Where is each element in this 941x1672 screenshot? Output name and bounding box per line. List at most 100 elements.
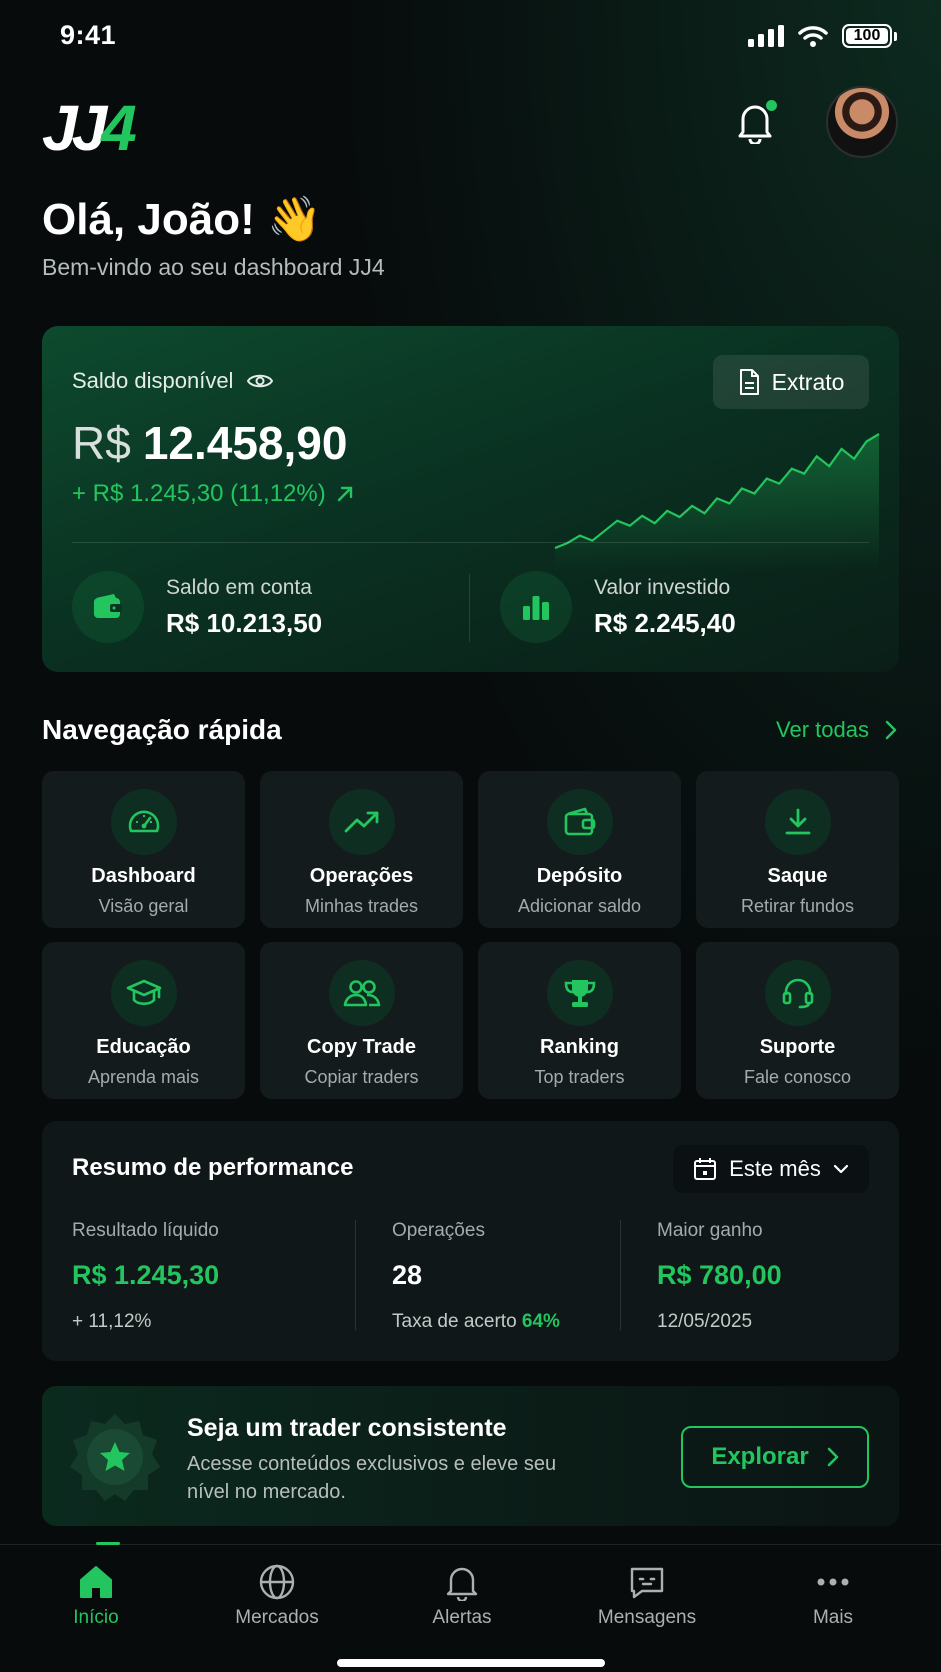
- period-select[interactable]: Este mês: [673, 1145, 869, 1193]
- operations-count: Operações 28 Taxa de acerto 64%: [392, 1220, 560, 1333]
- message-icon: [630, 1567, 664, 1599]
- tile-subtitle: Copiar traders: [304, 1067, 419, 1087]
- period-label: Este mês: [729, 1156, 821, 1181]
- avatar[interactable]: [826, 86, 898, 158]
- wallet-icon: [72, 571, 144, 643]
- tile-operations[interactable]: Operações Minhas trades: [260, 771, 463, 928]
- nav-more[interactable]: Mais: [763, 1563, 903, 1629]
- net-result-change: + 11,12%: [72, 1311, 152, 1332]
- net-result-label: Resultado líquido: [72, 1220, 219, 1241]
- document-icon: [739, 369, 759, 395]
- hit-rate: Taxa de acerto 64%: [392, 1311, 560, 1333]
- chevron-down-icon: [833, 1164, 848, 1174]
- graduation-cap-icon: [110, 960, 177, 1026]
- tile-subtitle: Top traders: [534, 1067, 625, 1087]
- tile-title: Educação: [96, 1036, 191, 1058]
- balance-amount: 12.458,90: [142, 417, 348, 469]
- tile-title: Copy Trade: [307, 1036, 416, 1058]
- tile-subtitle: Retirar fundos: [740, 896, 855, 916]
- nav-markets-label: Mercados: [235, 1607, 319, 1628]
- balance-label-row: Saldo disponível: [72, 368, 274, 394]
- quick-nav-grid: Dashboard Visão geral Operações Minhas t…: [42, 771, 899, 1099]
- balance-change-text: + R$ 1.245,30 (11,12%): [72, 480, 326, 507]
- best-gain-label: Maior ganho: [657, 1220, 763, 1241]
- operations-label: Operações: [392, 1220, 485, 1241]
- account-balance-label: Saldo em conta: [166, 575, 312, 599]
- tile-dashboard[interactable]: Dashboard Visão geral: [42, 771, 245, 928]
- signal-icon: [748, 25, 784, 47]
- tile-title: Depósito: [536, 865, 623, 887]
- promo-card: Seja um trader consistente Acesse conteú…: [42, 1386, 899, 1526]
- nav-messages-label: Mensagens: [597, 1607, 697, 1628]
- account-balance-value: R$ 10.213,50: [166, 607, 323, 638]
- greeting-subtitle: Bem-vindo ao seu dashboard JJ4: [42, 254, 385, 280]
- promo-title: Seja um trader consistente: [187, 1414, 507, 1442]
- tile-deposit[interactable]: Depósito Adicionar saldo: [478, 771, 681, 928]
- bar-chart-icon: [500, 571, 572, 643]
- tile-support[interactable]: Suporte Fale conosco: [696, 942, 899, 1099]
- balance-sparkline: [554, 433, 880, 571]
- eye-icon[interactable]: [247, 372, 274, 390]
- logo-main: JJ: [42, 92, 107, 164]
- balance-split-divider: [469, 574, 470, 642]
- perf-divider: [620, 1220, 621, 1330]
- best-gain-date: 12/05/2025: [657, 1311, 753, 1332]
- nav-messages[interactable]: Mensagens: [577, 1563, 717, 1629]
- performance-card: Resumo de performance Este mês Resultado…: [42, 1121, 899, 1361]
- account-balance: Saldo em conta R$ 10.213,50: [72, 571, 322, 643]
- balance-label: Saldo disponível: [72, 368, 234, 393]
- tile-copy-trade[interactable]: Copy Trade Copiar traders: [260, 942, 463, 1099]
- perf-divider: [355, 1220, 356, 1330]
- nav-more-label: Mais: [812, 1607, 854, 1628]
- home-icon: [80, 1566, 112, 1598]
- operations-value: 28: [392, 1260, 423, 1290]
- invested-value: Valor investido R$ 2.245,40: [500, 571, 736, 643]
- net-result-value: R$ 1.245,30: [72, 1260, 220, 1290]
- balance-value: R$ 12.458,90: [72, 416, 347, 470]
- tile-subtitle: Aprenda mais: [87, 1067, 200, 1087]
- notifications-button[interactable]: [735, 100, 779, 148]
- performance-title: Resumo de performance: [72, 1154, 354, 1181]
- tile-ranking[interactable]: Ranking Top traders: [478, 942, 681, 1099]
- nav-markets[interactable]: Mercados: [207, 1563, 347, 1629]
- hit-rate-label: Taxa de acerto: [392, 1311, 517, 1332]
- gauge-icon: [110, 789, 177, 855]
- invested-label: Valor investido: [594, 575, 731, 599]
- explore-button[interactable]: Explorar: [681, 1426, 869, 1488]
- greeting: Olá, João! 👋: [42, 195, 322, 244]
- nav-alerts[interactable]: Alertas: [392, 1563, 532, 1629]
- tile-education[interactable]: Educação Aprenda mais: [42, 942, 245, 1099]
- hit-rate-value: 64%: [521, 1311, 560, 1332]
- tile-subtitle: Visão geral: [98, 896, 189, 916]
- nav-home[interactable]: Início: [26, 1563, 166, 1629]
- bottom-nav: Início Mercados Alertas Mensagens Mais: [0, 1542, 941, 1672]
- trophy-icon: [546, 960, 613, 1026]
- wallet-icon: [546, 789, 613, 855]
- statement-button[interactable]: Extrato: [713, 355, 869, 409]
- logo-accent: 4: [101, 92, 137, 164]
- balance-divider: [72, 542, 869, 543]
- chevron-right-icon: [885, 720, 897, 740]
- status-time: 9:41: [60, 20, 117, 50]
- globe-icon: [259, 1564, 295, 1600]
- calendar-icon: [694, 1158, 717, 1180]
- users-icon: [328, 960, 395, 1026]
- home-indicator: [337, 1659, 605, 1667]
- balance-currency: R$: [72, 417, 131, 469]
- tile-withdraw[interactable]: Saque Retirar fundos: [696, 771, 899, 928]
- tile-subtitle: Minhas trades: [304, 896, 419, 916]
- explore-label: Explorar: [711, 1443, 809, 1470]
- tile-title: Saque: [767, 865, 828, 887]
- tile-subtitle: Fale conosco: [743, 1067, 852, 1087]
- arrow-up-right-icon: [337, 486, 352, 502]
- app-logo: JJ4: [42, 96, 137, 160]
- nav-home-label: Início: [73, 1607, 119, 1628]
- wifi-icon: [798, 26, 828, 47]
- tile-title: Operações: [309, 865, 414, 887]
- battery-level: 100: [853, 27, 881, 44]
- status-icons: 100: [748, 24, 897, 48]
- see-all-link[interactable]: Ver todas: [776, 717, 897, 743]
- trending-up-icon: [328, 789, 395, 855]
- notification-dot: [766, 100, 777, 111]
- headset-icon: [764, 960, 831, 1026]
